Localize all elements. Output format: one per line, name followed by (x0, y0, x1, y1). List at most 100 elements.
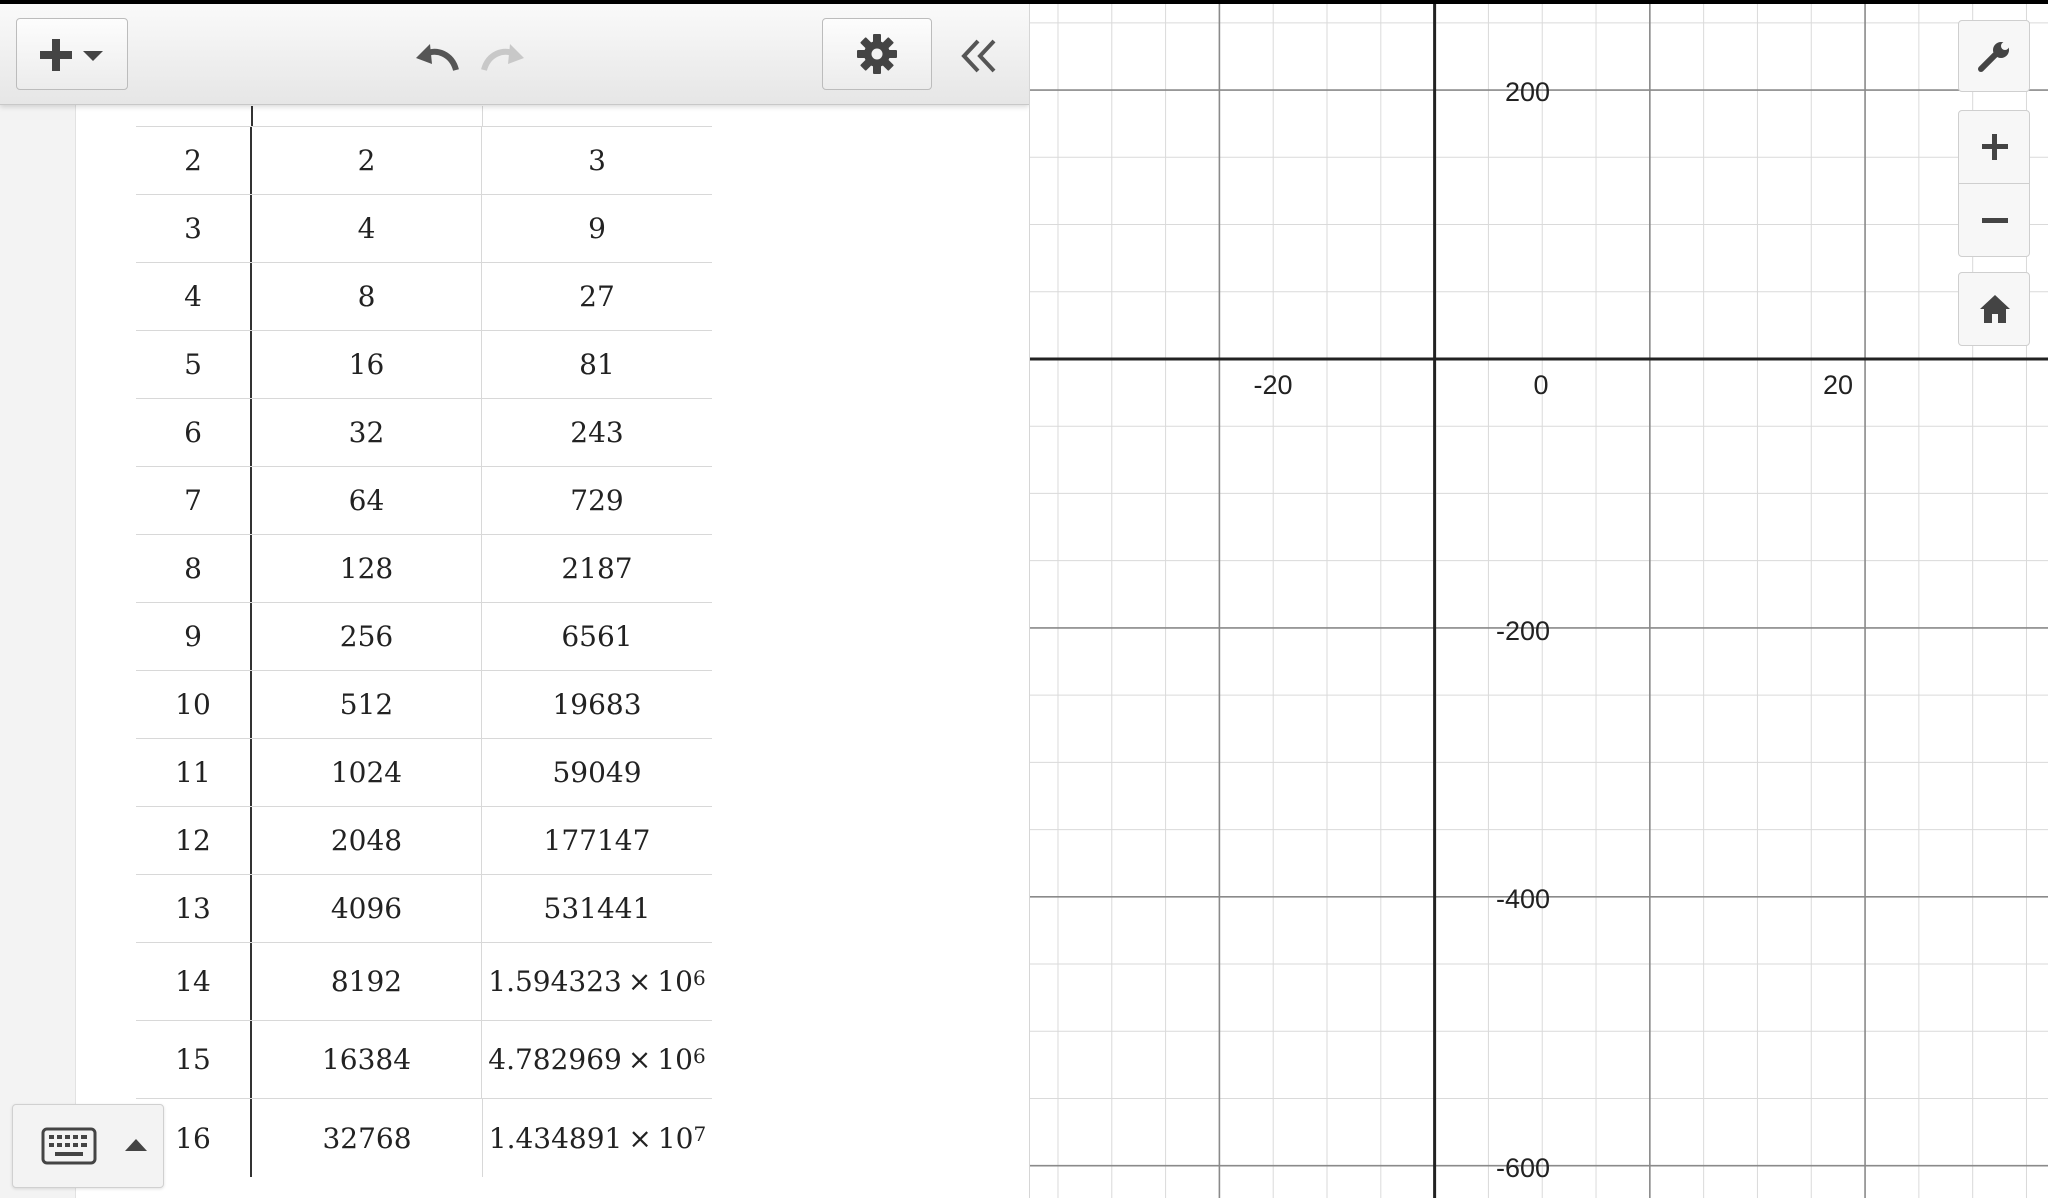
table-cell[interactable]: 5 (136, 331, 252, 398)
table-cell[interactable]: 15 (136, 1021, 252, 1098)
table-row: 4 8 27 (136, 263, 712, 331)
times-sign: × (628, 1121, 652, 1155)
table-cell[interactable]: 8192 (252, 943, 482, 1020)
mantissa: 4.782969 (488, 1043, 622, 1076)
y-tick-label: 200 (1505, 77, 1550, 107)
exponent: 6 (692, 1043, 706, 1068)
table-cell[interactable]: 1.594323 × 10 6 (482, 943, 712, 1020)
table-cell[interactable]: 8 (252, 263, 482, 330)
table-row: 5 16 81 (136, 331, 712, 399)
expression-panel: 2 2 3 3 4 9 4 8 27 5 16 81 6 32 243 7 64… (0, 4, 1030, 1198)
table-cell[interactable]: 59049 (482, 739, 712, 806)
table-row: 6 32 243 (136, 399, 712, 467)
table-row: 7 64 729 (136, 467, 712, 535)
zoom-in-button[interactable] (1958, 110, 2030, 184)
table-row: 3 4 9 (136, 195, 712, 263)
table-cell[interactable]: 4096 (252, 875, 482, 942)
home-icon (1978, 293, 2012, 325)
zoom-in-icon (1980, 132, 2010, 162)
table-cell[interactable]: 729 (482, 467, 712, 534)
table-cell[interactable]: 256 (252, 603, 482, 670)
table-cell[interactable]: 6 (136, 399, 252, 466)
table-row: 8 128 2187 (136, 535, 712, 603)
expression-gutter (0, 104, 76, 1198)
times-sign: × (627, 1043, 652, 1076)
table-cell[interactable]: 3 (136, 195, 252, 262)
table-cell[interactable]: 10 (136, 671, 252, 738)
table-cell[interactable]: 1.434891 × 10 7 (482, 1099, 712, 1177)
mantissa: 1.434891 (488, 1121, 623, 1155)
table-cell[interactable]: 12 (136, 807, 252, 874)
home-button[interactable] (1958, 272, 2030, 346)
table-cell[interactable]: 3 (482, 127, 712, 194)
table-cell[interactable]: 4 (252, 195, 482, 262)
double-chevron-left-icon[interactable] (960, 38, 998, 74)
table-cell[interactable]: 1024 (252, 739, 482, 806)
table-row: 9 256 6561 (136, 603, 712, 671)
table-cell[interactable]: 2187 (482, 535, 712, 602)
y-tick-label: -200 (1496, 616, 1550, 646)
table-cell[interactable]: 32768 (252, 1099, 482, 1177)
table-cell[interactable]: 4 (136, 263, 252, 330)
base: 10 (657, 1121, 694, 1155)
redo-icon[interactable] (478, 38, 528, 78)
base: 10 (657, 1043, 693, 1076)
table-header (136, 106, 712, 127)
table-cell[interactable]: 32 (252, 399, 482, 466)
table-cell[interactable]: 4.782969 × 10 6 (482, 1021, 712, 1098)
table-cell[interactable]: 128 (252, 535, 482, 602)
plus-icon (37, 37, 77, 73)
toolbar (0, 4, 1029, 105)
undo-icon[interactable] (412, 38, 462, 78)
table-cell[interactable]: 81 (482, 331, 712, 398)
table-cell[interactable]: 16384 (252, 1021, 482, 1098)
table-cell[interactable]: 2048 (252, 807, 482, 874)
exponent: 7 (693, 1122, 707, 1146)
origin-label: 0 (1533, 370, 1548, 400)
settings-button[interactable] (822, 18, 932, 90)
table-cell[interactable]: 2 (252, 127, 482, 194)
table-row: 15 16384 4.782969 × 10 6 (136, 1021, 712, 1099)
y-tick-label: -400 (1496, 884, 1550, 914)
table-row: 10 512 19683 (136, 671, 712, 739)
table-cell[interactable]: 177147 (482, 807, 712, 874)
table-row: 14 8192 1.594323 × 10 6 (136, 943, 712, 1021)
minor-gridlines (1030, 4, 2048, 1198)
table-cell[interactable]: 512 (252, 671, 482, 738)
zoom-out-button[interactable] (1958, 183, 2030, 257)
zoom-out-icon (1980, 218, 2010, 224)
graph-canvas[interactable]: -20 20 0 200 -200 -400 -600 (1030, 4, 2048, 1198)
add-item-button[interactable] (16, 18, 128, 90)
expression-table: 2 2 3 3 4 9 4 8 27 5 16 81 6 32 243 7 64… (136, 106, 712, 1177)
table-cell[interactable]: 16 (252, 331, 482, 398)
x-tick-label: 20 (1823, 370, 1853, 400)
graph-settings-button[interactable] (1958, 20, 2030, 92)
table-cell[interactable]: 6561 (482, 603, 712, 670)
table-cell[interactable]: 8 (136, 535, 252, 602)
keyboard-toggle-button[interactable] (12, 1104, 164, 1188)
table-cell[interactable]: 19683 (482, 671, 712, 738)
table-cell[interactable]: 27 (482, 263, 712, 330)
wrench-icon (1977, 39, 2013, 75)
axis-labels: -20 20 0 200 -200 -400 -600 (1253, 77, 1853, 1183)
table-cell[interactable]: 14 (136, 943, 252, 1020)
table-cell[interactable]: 11 (136, 739, 252, 806)
table-cell[interactable]: 64 (252, 467, 482, 534)
table-cell[interactable]: 2 (136, 127, 252, 194)
table-cell[interactable]: 9 (136, 603, 252, 670)
table-cell[interactable]: 531441 (482, 875, 712, 942)
table-row: 13 4096 531441 (136, 875, 712, 943)
times-sign: × (627, 965, 652, 998)
y-tick-label: -600 (1496, 1153, 1550, 1183)
base: 10 (657, 965, 693, 998)
caret-up-icon (123, 1137, 149, 1153)
table-cell[interactable]: 13 (136, 875, 252, 942)
exponent: 6 (692, 965, 706, 990)
table-cell[interactable]: 9 (482, 195, 712, 262)
table-cell[interactable]: 7 (136, 467, 252, 534)
table-cell[interactable]: 243 (482, 399, 712, 466)
keyboard-icon (41, 1127, 97, 1165)
table-row: 12 2048 177147 (136, 807, 712, 875)
x-tick-label: -20 (1253, 370, 1292, 400)
major-gridlines (1030, 4, 2048, 1198)
